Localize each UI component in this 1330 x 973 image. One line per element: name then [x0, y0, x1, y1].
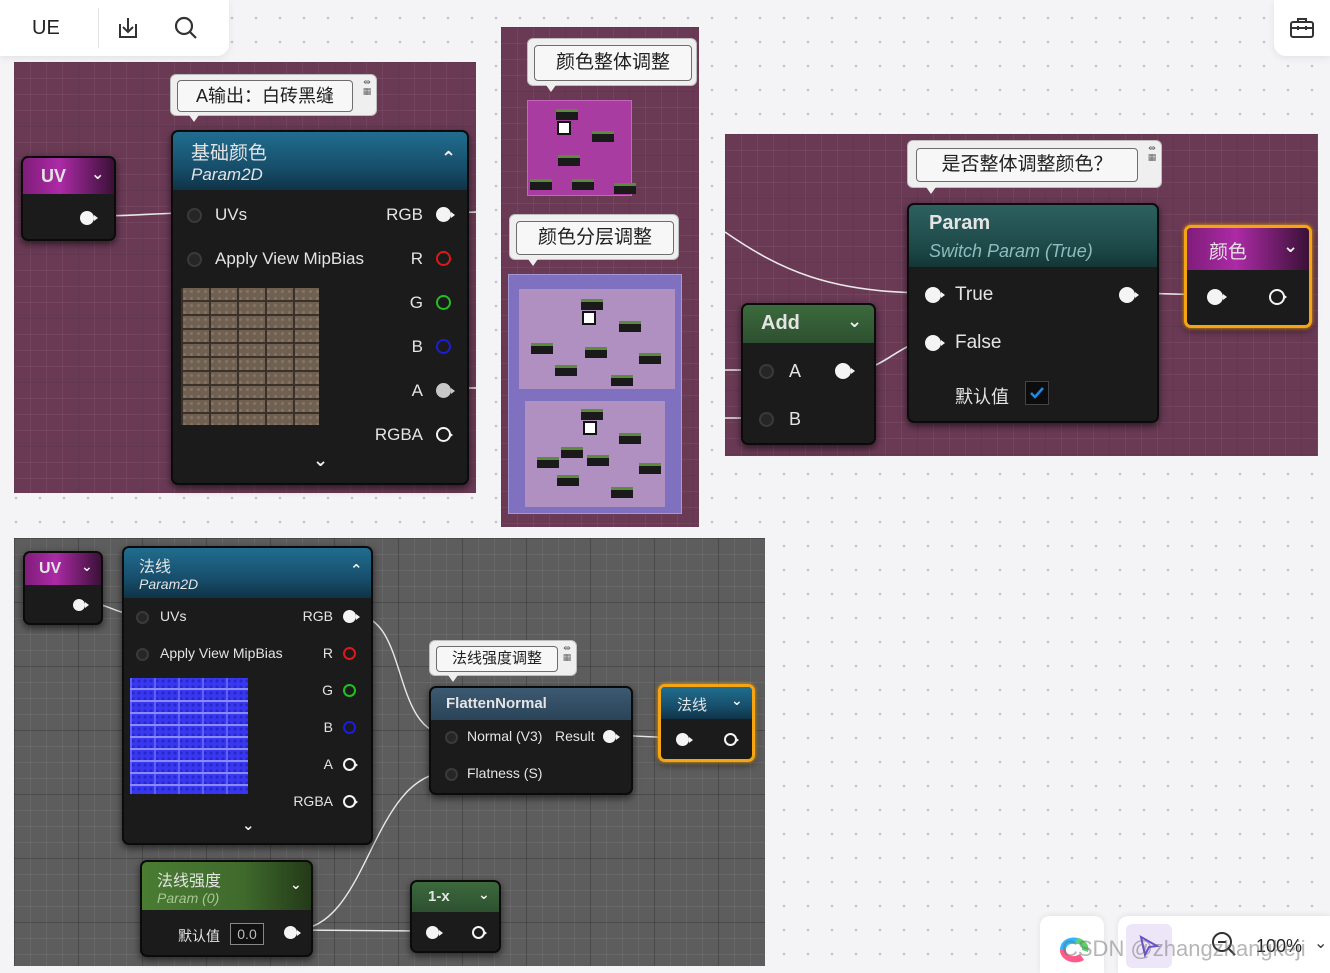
- rgba-output-pin[interactable]: [343, 795, 358, 808]
- uv-output-pin[interactable]: [73, 599, 89, 611]
- chevron-down-icon[interactable]: ⌄: [731, 692, 743, 709]
- output-label-rgba: RGBA: [293, 793, 333, 809]
- uv-node-2[interactable]: UV ⌄: [23, 551, 103, 625]
- output-label-g: G: [322, 682, 333, 698]
- node-title: FlattenNormal: [446, 695, 547, 712]
- chevron-down-icon[interactable]: ⌄: [290, 876, 302, 893]
- normal-output-node[interactable]: 法线 ⌄: [658, 684, 755, 762]
- output-label-b: B: [323, 719, 333, 735]
- flatness-input-pin[interactable]: [445, 768, 458, 781]
- b-output-pin[interactable]: [343, 721, 356, 734]
- comment-bubble-normal-strength: 法线强度调整 ⇹ ▦: [429, 640, 577, 682]
- texture-node-normal[interactable]: 法线 Param2D ⌃ UVs Apply View MipBias RGB …: [122, 546, 373, 845]
- default-value-text: 0.0: [237, 926, 257, 942]
- default-value-label: 默认值: [178, 928, 220, 944]
- input-label-uvs: UVs: [160, 608, 187, 624]
- normal-input-pin[interactable]: [676, 733, 693, 746]
- output-label-rgb: RGB: [302, 608, 333, 624]
- output-label-r: R: [322, 645, 333, 661]
- flatten-normal-node[interactable]: FlattenNormal Normal (V3) Result Flatnes…: [429, 686, 633, 795]
- oneminus-input-pin[interactable]: [426, 926, 443, 939]
- uvs-input-pin[interactable]: [136, 611, 149, 624]
- node-title: 1-x: [428, 888, 450, 905]
- input-label-normal: Normal (V3): [467, 728, 543, 744]
- node-title: UV: [39, 560, 62, 577]
- chevron-down-icon[interactable]: ⌄: [478, 886, 490, 903]
- chevron-up-icon[interactable]: ⌃: [350, 561, 363, 579]
- normal-texture-preview: [130, 678, 248, 794]
- strength-output-pin[interactable]: [284, 926, 301, 939]
- one-minus-node[interactable]: 1-x ⌄: [410, 880, 501, 953]
- input-label-flatness: Flatness (S): [467, 765, 543, 781]
- mipbias-input-pin[interactable]: [136, 648, 149, 661]
- output-label-result: Result: [555, 728, 595, 744]
- comment-text: 法线强度调整: [436, 646, 558, 672]
- chevron-down-icon[interactable]: ⌄: [81, 558, 93, 575]
- a-output-pin[interactable]: [343, 758, 358, 771]
- normal-input-pin[interactable]: [445, 731, 458, 744]
- zoom-dropdown-icon[interactable]: ⌄: [1314, 933, 1327, 953]
- node-title: 法线强度: [157, 873, 222, 890]
- node-subtitle: Param (0): [157, 890, 220, 906]
- node-subtitle: Param2D: [139, 576, 199, 592]
- r-output-pin[interactable]: [343, 647, 356, 660]
- normal-strength-node[interactable]: 法线强度 Param (0) ⌄ 默认值 0.0: [140, 860, 313, 957]
- result-output-pin[interactable]: [603, 730, 620, 743]
- rgb-output-pin[interactable]: [343, 610, 360, 623]
- g-output-pin[interactable]: [343, 684, 356, 697]
- default-value-input[interactable]: 0.0: [230, 923, 264, 945]
- normal-output-pin[interactable]: [724, 733, 739, 746]
- expand-chevron-icon[interactable]: ⌄: [242, 816, 255, 834]
- input-label-mipbias: Apply View MipBias: [160, 645, 283, 661]
- node-title: 法线: [139, 559, 172, 576]
- watermark-text: CSDN @zhangzhangkeji: [1062, 936, 1306, 961]
- output-label-a: A: [323, 756, 333, 772]
- oneminus-output-pin[interactable]: [472, 926, 487, 939]
- pin-icon[interactable]: ⇹ ▦: [561, 644, 573, 662]
- node-title: 法线: [677, 697, 708, 714]
